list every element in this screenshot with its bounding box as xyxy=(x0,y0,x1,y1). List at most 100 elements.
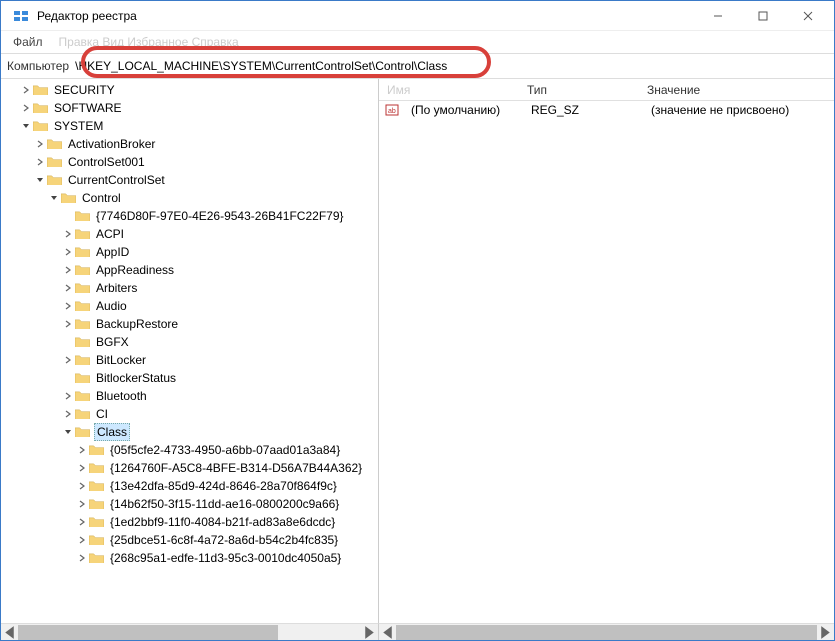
tree-item-c3[interactable]: {13e42dfa-85d9-424d-8646-28a70f864f9c} xyxy=(5,477,378,495)
chevron-right-icon[interactable] xyxy=(61,245,75,259)
folder-icon xyxy=(75,264,90,276)
tree-item-activationbroker[interactable]: ActivationBroker xyxy=(5,135,378,153)
addressbar-input[interactable] xyxy=(71,57,828,75)
chevron-right-icon[interactable] xyxy=(61,299,75,313)
folder-icon xyxy=(47,156,62,168)
tree-item-system[interactable]: SYSTEM xyxy=(5,117,378,135)
folder-icon xyxy=(89,534,104,546)
chevron-down-icon[interactable] xyxy=(47,191,61,205)
tree-item-c6[interactable]: {25dbce51-6c8f-4a72-8a6d-b54c2b4fc835} xyxy=(5,531,378,549)
folder-icon xyxy=(75,300,90,312)
chevron-right-icon[interactable] xyxy=(19,83,33,97)
chevron-right-icon[interactable] xyxy=(75,551,89,565)
close-button[interactable] xyxy=(785,1,830,30)
chevron-right-icon[interactable] xyxy=(61,227,75,241)
tree-item-appid[interactable]: AppID xyxy=(5,243,378,261)
chevron-right-icon[interactable] xyxy=(61,353,75,367)
folder-icon xyxy=(75,282,90,294)
chevron-right-icon[interactable] xyxy=(75,443,89,457)
tree-item-c1[interactable]: {05f5cfe2-4733-4950-a6bb-07aad01a3a84} xyxy=(5,441,378,459)
tree-item-ci[interactable]: CI xyxy=(5,405,378,423)
tree-item-arbiters[interactable]: Arbiters xyxy=(5,279,378,297)
chevron-down-icon[interactable] xyxy=(61,425,75,439)
tree-item-c7[interactable]: {268c95a1-edfe-11d3-95c3-0010dc4050a5} xyxy=(5,549,378,567)
value-name: (По умолчанию) xyxy=(403,101,523,119)
col-header-value[interactable]: Значение xyxy=(639,81,834,99)
list-row[interactable]: ab (По умолчанию) REG_SZ (значение не пр… xyxy=(379,101,834,119)
chevron-right-icon[interactable] xyxy=(75,479,89,493)
chevron-right-icon[interactable] xyxy=(75,533,89,547)
folder-icon xyxy=(89,498,104,510)
tree-item-acpi[interactable]: ACPI xyxy=(5,225,378,243)
col-header-name[interactable]: Имя xyxy=(379,81,519,99)
string-value-icon: ab xyxy=(385,103,399,117)
folder-icon xyxy=(89,552,104,564)
folder-icon xyxy=(75,426,90,438)
window-title: Редактор реестра xyxy=(37,9,695,23)
col-header-type[interactable]: Тип xyxy=(519,81,639,99)
tree-item-guid1[interactable]: {7746D80F-97E0-4E26-9543-26B41FC22F79} xyxy=(5,207,378,225)
chevron-right-icon[interactable] xyxy=(75,515,89,529)
tree-item-security[interactable]: SECURITY xyxy=(5,81,378,99)
folder-icon xyxy=(61,192,76,204)
tree-pane[interactable]: SECURITY SOFTWARE SYSTEM xyxy=(1,79,379,623)
menubar: Файл Правка Вид Избранное Справка xyxy=(1,31,834,53)
list-scrollbar-h[interactable] xyxy=(379,623,834,640)
menu-others-faded[interactable]: Правка Вид Избранное Справка xyxy=(53,33,245,51)
menu-file[interactable]: Файл xyxy=(7,33,49,51)
chevron-right-icon[interactable] xyxy=(19,101,33,115)
chevron-down-icon[interactable] xyxy=(19,119,33,133)
folder-icon xyxy=(75,354,90,366)
tree-item-c5[interactable]: {1ed2bbf9-11f0-4084-b21f-ad83a8e6dcdc} xyxy=(5,513,378,531)
tree-item-bitlockerstatus[interactable]: BitlockerStatus xyxy=(5,369,378,387)
tree-item-bluetooth[interactable]: Bluetooth xyxy=(5,387,378,405)
content-area: SECURITY SOFTWARE SYSTEM xyxy=(1,79,834,623)
scroll-right-icon[interactable] xyxy=(361,625,378,640)
addressbar-label: Компьютер xyxy=(7,59,69,73)
tree-scrollbar-h[interactable] xyxy=(1,623,379,640)
folder-icon xyxy=(75,336,90,348)
tree-item-c2[interactable]: {1264760F-A5C8-4BFE-B314-D56A7B44A362} xyxy=(5,459,378,477)
app-icon xyxy=(13,8,29,24)
tree-item-class[interactable]: Class xyxy=(5,423,378,441)
chevron-right-icon[interactable] xyxy=(33,155,47,169)
scroll-left-icon[interactable] xyxy=(1,625,18,640)
folder-icon xyxy=(89,480,104,492)
chevron-right-icon[interactable] xyxy=(61,317,75,331)
chevron-right-icon[interactable] xyxy=(33,137,47,151)
scroll-left-icon[interactable] xyxy=(379,625,396,640)
folder-icon xyxy=(33,84,48,96)
folder-icon xyxy=(89,516,104,528)
list-header[interactable]: Имя Тип Значение xyxy=(379,79,834,101)
tree-item-currentcontrolset[interactable]: CurrentControlSet xyxy=(5,171,378,189)
scroll-right-icon[interactable] xyxy=(817,625,834,640)
folder-icon xyxy=(75,372,90,384)
registry-editor-window: Редактор реестра Файл Правка Вид Избранн… xyxy=(0,0,835,641)
chevron-right-icon[interactable] xyxy=(61,407,75,421)
tree-item-bitlocker[interactable]: BitLocker xyxy=(5,351,378,369)
tree-item-appreadiness[interactable]: AppReadiness xyxy=(5,261,378,279)
scroll-thumb[interactable] xyxy=(18,625,278,640)
chevron-right-icon[interactable] xyxy=(61,389,75,403)
maximize-button[interactable] xyxy=(740,1,785,30)
chevron-right-icon[interactable] xyxy=(61,263,75,277)
tree-item-audio[interactable]: Audio xyxy=(5,297,378,315)
tree-item-backuprestore[interactable]: BackupRestore xyxy=(5,315,378,333)
chevron-right-icon[interactable] xyxy=(61,281,75,295)
tree-item-bgfx[interactable]: BGFX xyxy=(5,333,378,351)
chevron-down-icon[interactable] xyxy=(33,173,47,187)
tree-item-c4[interactable]: {14b62f50-3f15-11dd-ae16-0800200c9a66} xyxy=(5,495,378,513)
folder-icon xyxy=(47,138,62,150)
folder-icon xyxy=(89,462,104,474)
minimize-button[interactable] xyxy=(695,1,740,30)
scroll-thumb[interactable] xyxy=(396,625,817,640)
tree-item-controlset001[interactable]: ControlSet001 xyxy=(5,153,378,171)
value-type: REG_SZ xyxy=(523,101,643,119)
chevron-right-icon[interactable] xyxy=(75,497,89,511)
chevron-right-icon[interactable] xyxy=(75,461,89,475)
tree-label-selected: Class xyxy=(94,423,130,441)
list-pane[interactable]: Имя Тип Значение ab (По умолчанию) REG_S… xyxy=(379,79,834,623)
tree-item-control[interactable]: Control xyxy=(5,189,378,207)
addressbar: Компьютер xyxy=(1,53,834,79)
tree-item-software[interactable]: SOFTWARE xyxy=(5,99,378,117)
